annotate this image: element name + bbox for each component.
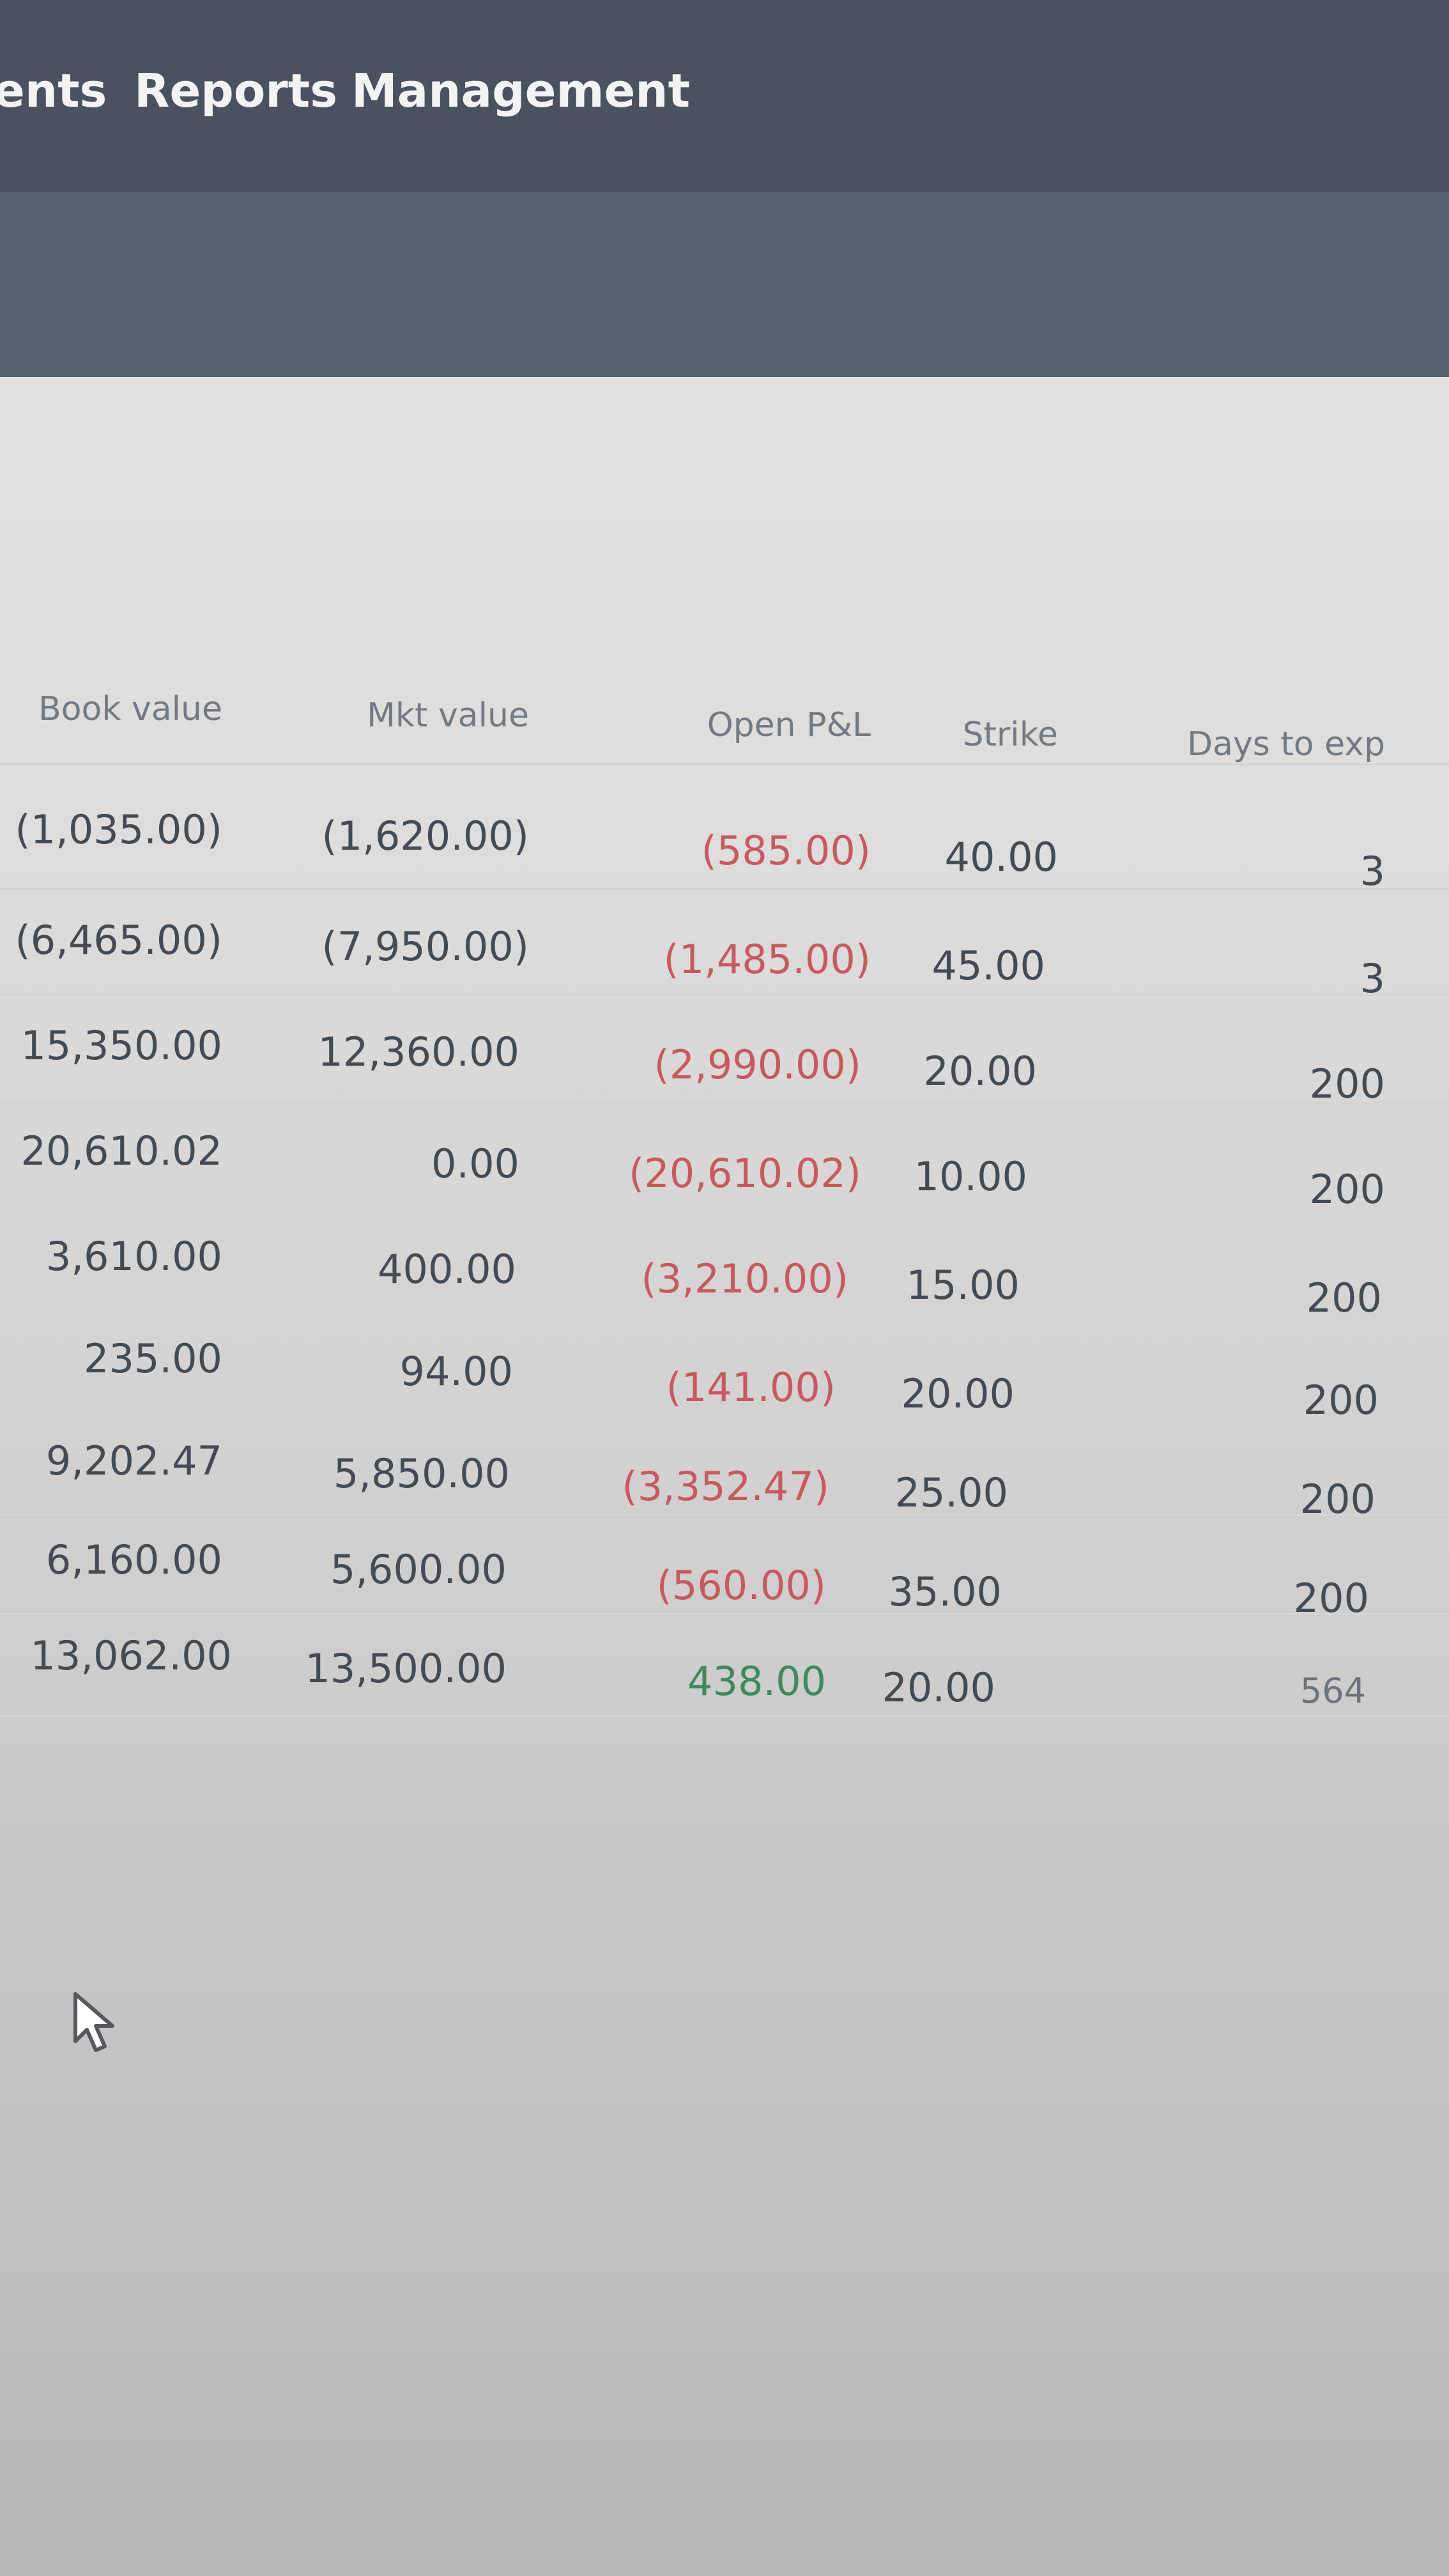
book-value-cell: 235.00	[84, 1335, 222, 1382]
strike-cell: 20.00	[882, 1664, 996, 1711]
book-value-cell: (1,035.00)	[15, 806, 222, 853]
book-value-cell: (6,465.00)	[15, 917, 222, 963]
book-value-cell: 3,610.00	[45, 1233, 222, 1280]
row-divider	[0, 1102, 1449, 1104]
top-navigation-bar: ents Reports Management	[0, 0, 1449, 192]
mkt-value-cell: (1,620.00)	[321, 813, 529, 859]
nav-item-management[interactable]: Management	[351, 64, 690, 118]
row-divider	[0, 1208, 1449, 1209]
open-pl-cell: (3,210.00)	[641, 1255, 848, 1302]
open-pl-cell: 438.00	[687, 1658, 826, 1705]
sub-header-bar	[0, 192, 1449, 377]
book-value-cell: 13,062.00	[30, 1632, 232, 1679]
row-divider	[0, 1613, 1449, 1615]
mkt-value-cell: 94.00	[399, 1348, 514, 1395]
strike-cell: 40.00	[944, 834, 1059, 880]
strike-cell: 15.00	[906, 1262, 1020, 1308]
mkt-value-cell: 0.00	[431, 1140, 519, 1187]
book-value-cell: 9,202.47	[45, 1438, 222, 1484]
strike-cell: 25.00	[894, 1469, 1009, 1516]
mouse-pointer-icon	[73, 1992, 114, 2052]
row-divider	[0, 888, 1449, 890]
open-pl-cell: (560.00)	[656, 1562, 826, 1609]
book-value-cell: 20,610.02	[20, 1128, 222, 1174]
open-pl-cell: (3,352.47)	[622, 1463, 829, 1510]
column-header-days-to-exp[interactable]: Days to exp	[1187, 725, 1385, 763]
open-pl-cell: (141.00)	[666, 1364, 836, 1411]
positions-table: Book value Mkt value Open P&L Strike Day…	[0, 377, 1449, 1782]
column-header-book-value[interactable]: Book value	[38, 690, 222, 728]
open-pl-cell: (1,485.00)	[663, 936, 871, 983]
strike-cell: 20.00	[923, 1048, 1038, 1094]
open-pl-cell: (585.00)	[701, 827, 871, 874]
nav-item-partial[interactable]: ents	[0, 64, 107, 118]
open-pl-cell: (20,610.02)	[629, 1150, 861, 1197]
days-to-exp-cell: 200	[1309, 1061, 1385, 1107]
mkt-value-cell: 5,850.00	[333, 1450, 510, 1497]
nav-item-reports[interactable]: Reports	[134, 64, 337, 118]
mkt-value-cell: 13,500.00	[305, 1645, 507, 1692]
mkt-value-cell: 5,600.00	[330, 1546, 507, 1593]
row-divider	[0, 1514, 1449, 1516]
header-divider	[0, 763, 1449, 765]
book-value-cell: 6,160.00	[45, 1537, 222, 1583]
open-pl-cell: (2,990.00)	[654, 1041, 861, 1088]
column-header-strike[interactable]: Strike	[963, 716, 1058, 754]
strike-cell: 35.00	[888, 1568, 1002, 1615]
column-header-mkt-value[interactable]: Mkt value	[367, 696, 529, 735]
book-value-cell: 15,350.00	[20, 1022, 222, 1069]
days-to-exp-cell: 564	[1300, 1671, 1366, 1711]
mkt-value-cell: 400.00	[378, 1246, 516, 1292]
row-divider	[0, 993, 1449, 995]
row-divider	[0, 1715, 1449, 1717]
days-to-exp-cell: 200	[1309, 1166, 1385, 1213]
mkt-value-cell: (7,950.00)	[321, 923, 529, 970]
strike-cell: 45.00	[931, 942, 1046, 989]
mkt-value-cell: 12,360.00	[318, 1029, 519, 1075]
row-divider	[0, 1313, 1449, 1315]
strike-cell: 10.00	[914, 1153, 1028, 1200]
row-divider	[0, 1415, 1449, 1417]
column-header-open-pl[interactable]: Open P&L	[707, 706, 871, 744]
strike-cell: 20.00	[901, 1370, 1015, 1417]
